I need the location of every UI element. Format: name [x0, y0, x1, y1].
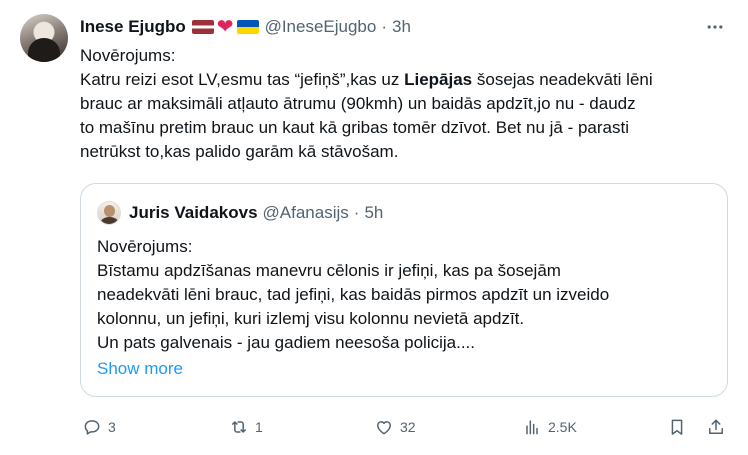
- repost-icon: [232, 421, 246, 433]
- quoted-line: kolonnu, un jefiņi, kuri izlemj visu kol…: [97, 309, 525, 328]
- author-display-name[interactable]: Inese Ejugbo: [80, 17, 186, 37]
- quoted-line: Bīstamu apdzīšanas manevru cēlonis ir je…: [97, 261, 561, 280]
- more-options-button[interactable]: [702, 14, 728, 40]
- quoted-tweet-timestamp: 5h: [364, 203, 384, 222]
- reply-button[interactable]: 3: [82, 412, 116, 442]
- like-button[interactable]: 32: [374, 412, 416, 442]
- views-button[interactable]: 2.5K: [522, 412, 577, 442]
- quoted-tweet-card[interactable]: Juris Vaidakovs @Afanasijs · 5h Novēroju…: [80, 183, 728, 397]
- quoted-author-display-name: Juris Vaidakovs: [129, 203, 258, 222]
- repost-count: 1: [255, 419, 263, 435]
- author-handle[interactable]: @IneseEjugbo: [265, 17, 377, 37]
- bold-place-name: Liepājas: [404, 70, 473, 89]
- tweet-text: Novērojums: Katru reizi esot LV,esmu tas…: [80, 44, 730, 164]
- quoted-line: Un pats galvenais - jau gadiem neesoša p…: [97, 333, 475, 352]
- tweet-line: netrūkst to,kas palido garām kā stāvošam…: [80, 142, 399, 161]
- more-horizontal-icon: [707, 25, 723, 29]
- quoted-line: neadekvāti lēni brauc, tad jefiņi, kas b…: [97, 285, 610, 304]
- tweet-header: Inese Ejugbo ❤ @IneseEjugbo · 3h: [80, 16, 411, 38]
- tweet-line: Novērojums:: [80, 46, 176, 65]
- bookmark-icon: [671, 419, 683, 435]
- views-count: 2.5K: [548, 419, 577, 435]
- separator-dot: ·: [353, 203, 360, 222]
- tweet-line: brauc ar maksimāli atļauto ātrumu (90kmh…: [80, 94, 636, 113]
- like-count: 32: [400, 419, 416, 435]
- reply-count: 3: [108, 419, 116, 435]
- tweet-action-bar: 3 1 32 2.5K: [0, 412, 748, 442]
- quoted-author-avatar: [97, 201, 121, 225]
- reply-icon: [84, 420, 100, 435]
- quoted-tweet-header: Juris Vaidakovs @Afanasijs · 5h: [97, 201, 384, 225]
- bookmark-button[interactable]: [667, 412, 687, 442]
- tweet-line-part: Katru reizi esot LV,esmu tas “jefiņš”,ka…: [80, 70, 405, 89]
- analytics-icon: [526, 420, 538, 435]
- tweet-line: Katru reizi esot LV,esmu tas “jefiņš”,ka…: [80, 68, 730, 92]
- tweet-line-part: šosejas neadekvāti lēni: [472, 70, 653, 89]
- author-avatar[interactable]: [20, 14, 68, 62]
- tweet-timestamp[interactable]: 3h: [392, 17, 411, 37]
- tweet-line: to mašīnu pretim brauc un kaut kā gribas…: [80, 118, 629, 137]
- repost-button[interactable]: 1: [229, 412, 263, 442]
- red-heart-icon: ❤: [216, 16, 234, 38]
- share-button[interactable]: [706, 412, 726, 442]
- separator-dot: ·: [381, 17, 388, 36]
- quoted-line: Novērojums:: [97, 237, 193, 256]
- show-more-link[interactable]: Show more: [97, 359, 183, 379]
- latvia-flag-icon: [191, 20, 214, 34]
- quoted-author-handle: @Afanasijs: [262, 203, 349, 222]
- heart-icon: [377, 421, 391, 435]
- quoted-tweet-text: Novērojums: Bīstamu apdzīšanas manevru c…: [97, 235, 717, 355]
- share-icon: [709, 419, 723, 434]
- ukraine-flag-icon: [236, 20, 259, 34]
- name-emoji-group: ❤: [191, 16, 259, 38]
